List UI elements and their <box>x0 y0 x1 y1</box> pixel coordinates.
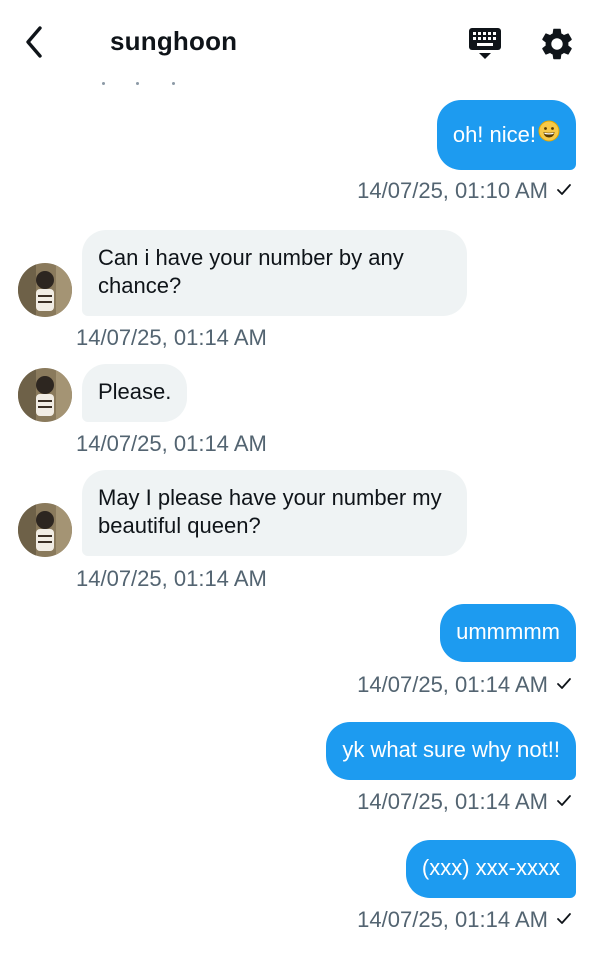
back-button[interactable] <box>18 22 52 62</box>
settings-button[interactable] <box>538 25 576 63</box>
grinning-face-emoji-icon <box>538 120 560 149</box>
conversation-header: sunghoon <box>0 0 594 85</box>
timestamp-text: 14/07/25, 01:10 AM <box>357 178 548 203</box>
conversation-title[interactable]: sunghoon <box>110 26 237 57</box>
timestamp-text: 14/07/25, 01:14 AM <box>357 907 548 932</box>
gear-icon <box>542 28 572 60</box>
timestamp-text: 14/07/25, 01:14 AM <box>357 672 548 697</box>
sent-check-icon <box>557 795 571 807</box>
scroll-fade-dots <box>96 76 186 90</box>
message-timestamp: 14/07/25, 01:14 AM <box>357 789 572 815</box>
avatar[interactable] <box>18 503 72 557</box>
sent-check-icon <box>557 678 571 690</box>
message-timestamp: 14/07/25, 01:14 AM <box>357 672 572 698</box>
message-timestamp: 14/07/25, 01:14 AM <box>76 325 267 350</box>
timestamp-text: 14/07/25, 01:14 AM <box>357 789 548 814</box>
received-message-bubble[interactable]: May I please have your number my beautif… <box>82 470 467 556</box>
sent-check-icon <box>557 184 571 196</box>
sent-message-bubble[interactable]: yk what sure why not!! <box>326 722 576 780</box>
message-text: oh! nice! <box>452 122 536 147</box>
chevron-left-icon <box>26 26 42 58</box>
sent-message-bubble[interactable]: oh! nice! <box>436 100 576 170</box>
message-timestamp: 14/07/25, 01:10 AM <box>357 178 572 204</box>
message-timestamp: 14/07/25, 01:14 AM <box>76 566 267 591</box>
received-message-bubble[interactable]: Can i have your number by any chance? <box>82 230 467 316</box>
message-timestamp: 14/07/25, 01:14 AM <box>76 431 267 456</box>
avatar[interactable] <box>18 263 72 317</box>
sent-check-icon <box>557 913 571 925</box>
sent-message-bubble[interactable]: (xxx) xxx-xxxx <box>405 840 576 898</box>
message-timestamp: 14/07/25, 01:14 AM <box>357 907 572 933</box>
keyboard-icon <box>469 28 501 59</box>
sent-message-bubble[interactable]: ummmmm <box>440 604 576 662</box>
received-message-bubble[interactable]: Please. <box>82 364 188 422</box>
dm-conversation-screen: sunghoon oh! nice! 14/07/25, 01:10 AM Ca… <box>0 0 594 960</box>
profile-photo-icon <box>18 503 72 557</box>
profile-photo-icon <box>18 368 72 422</box>
keyboard-button[interactable] <box>466 26 504 62</box>
profile-photo-icon <box>18 263 72 317</box>
avatar[interactable] <box>18 368 72 422</box>
